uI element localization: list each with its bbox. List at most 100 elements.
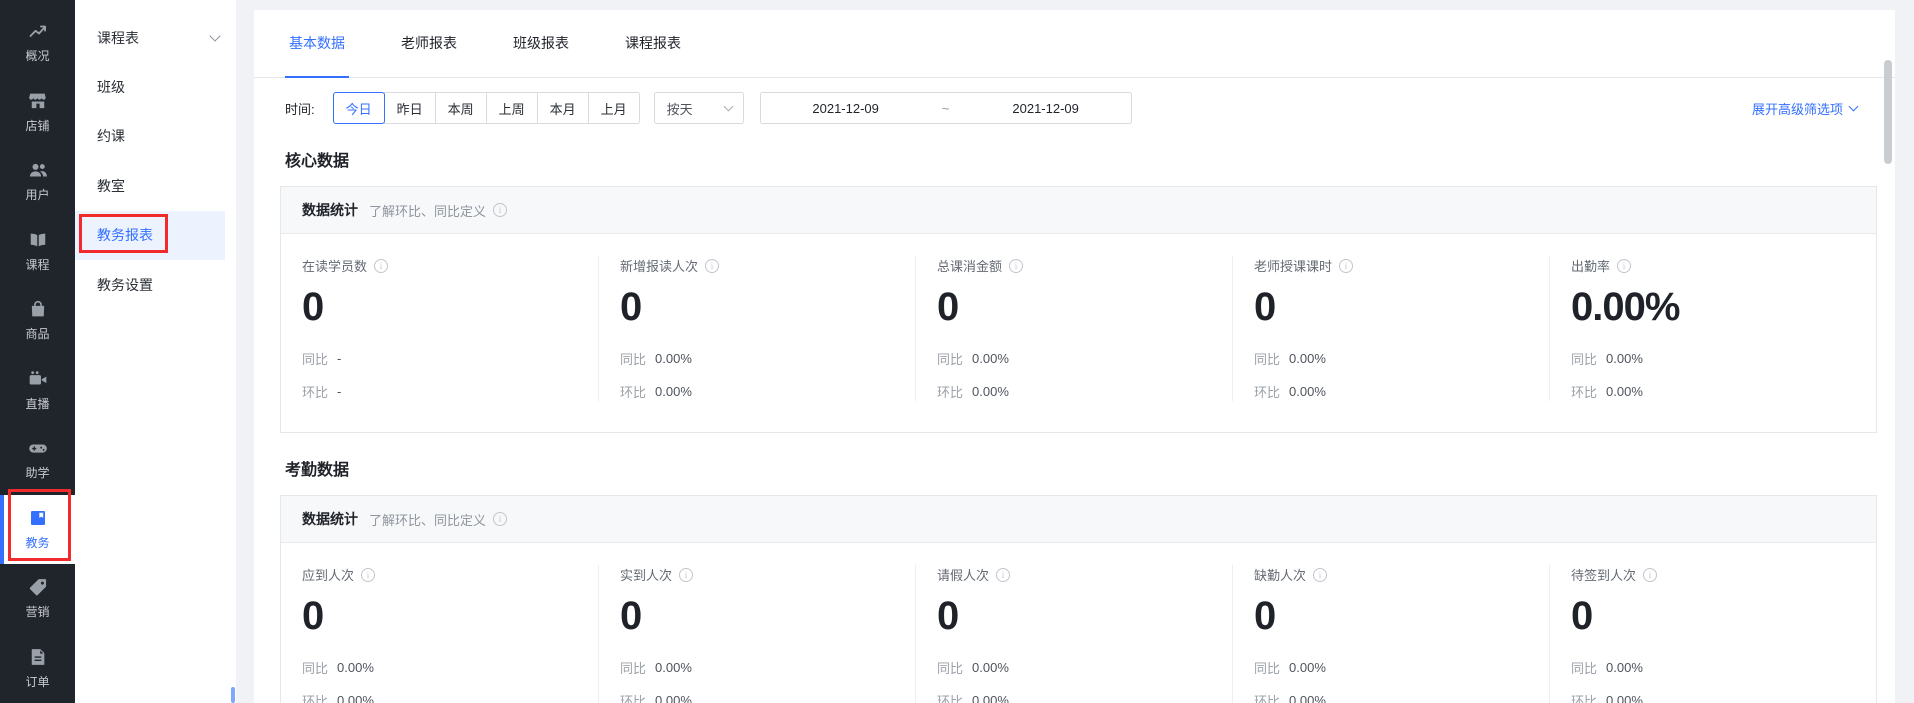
quick-range-button[interactable]: 昨日 <box>383 92 436 124</box>
report-tab[interactable]: 基本数据 <box>285 33 349 78</box>
stat-value: 0 <box>620 594 642 638</box>
info-icon[interactable]: i <box>1617 258 1632 273</box>
yoy-value: 0.00% <box>655 660 692 675</box>
quick-range-button[interactable]: 本周 <box>434 92 487 124</box>
stat-value: 0 <box>1254 285 1276 329</box>
quick-range-button[interactable]: 上周 <box>485 92 538 124</box>
stat-label-row: 在读学员数 i <box>302 256 598 275</box>
yoy-value: 0.00% <box>1289 660 1326 675</box>
report-tab[interactable]: 班级报表 <box>509 33 573 77</box>
info-icon[interactable]: i <box>1643 567 1658 582</box>
main-content: 基本数据 老师报表 班级报表 课程报表 时间: 今日 昨日 本周 上周 本月 上… <box>254 10 1895 703</box>
primary-nav-item[interactable]: 商品 <box>0 286 75 356</box>
secondary-nav-item[interactable]: 教务报表 <box>75 210 225 260</box>
yoy-row: 同比 0.00% <box>1254 349 1549 368</box>
primary-nav-icon <box>28 647 48 667</box>
stat-label-row: 实到人次 i <box>620 565 915 584</box>
info-icon[interactable]: i <box>493 203 508 217</box>
info-icon[interactable]: i <box>361 567 376 582</box>
primary-nav-item[interactable]: 直播 <box>0 356 75 426</box>
yoy-row: 同比 - <box>302 349 598 368</box>
panel-header: 数据统计 了解环比、同比定义 i <box>281 187 1876 234</box>
quick-range-button[interactable]: 本月 <box>536 92 589 124</box>
granularity-select[interactable]: 按天 <box>653 92 744 124</box>
primary-nav-item[interactable]: 教务 <box>0 494 75 564</box>
primary-nav-item[interactable]: 概况 <box>0 8 75 78</box>
yoy-value: 0.00% <box>1606 351 1643 366</box>
yoy-value: 0.00% <box>655 351 692 366</box>
yoy-label: 同比 <box>1571 352 1598 367</box>
secondary-nav-item[interactable]: 教室 <box>75 161 236 210</box>
yoy-label: 同比 <box>937 352 964 367</box>
chevron-down-icon <box>1848 101 1859 111</box>
mom-label: 环比 <box>1571 694 1598 703</box>
mom-label: 环比 <box>1571 385 1598 400</box>
yoy-row: 同比 0.00% <box>620 658 915 677</box>
primary-nav-item[interactable]: 订单 <box>0 634 75 703</box>
yoy-label: 同比 <box>937 661 964 676</box>
primary-nav-icon <box>28 230 48 250</box>
primary-nav-item[interactable]: 营销 <box>0 564 75 634</box>
panel-header-hint: 了解环比、同比定义 i <box>369 201 508 220</box>
info-icon[interactable]: i <box>705 258 720 273</box>
main-scrollbar-thumb[interactable] <box>1884 60 1892 164</box>
stat-card: 新增报读人次 i 0 同比 0.00% 环比 0.00% <box>598 256 915 401</box>
stat-label: 在读学员数 <box>302 259 368 274</box>
mom-label: 环比 <box>1254 694 1281 703</box>
core-data-panel: 数据统计 了解环比、同比定义 i 在读学员数 i 0 同比 - 环比 - 新增报… <box>280 186 1877 433</box>
primary-nav-item[interactable]: 助学 <box>0 425 75 495</box>
stat-card: 老师授课课时 i 0 同比 0.00% 环比 0.00% <box>1232 256 1549 401</box>
sidebar-scrollbar-thumb[interactable] <box>231 687 235 703</box>
primary-nav-label: 直播 <box>25 396 50 411</box>
quick-range-button[interactable]: 上月 <box>587 92 640 124</box>
info-icon[interactable]: i <box>996 567 1011 582</box>
end-date-input[interactable]: 2021-12-09 <box>961 101 1131 116</box>
advanced-filter-toggle[interactable]: 展开高级筛选项 <box>1752 99 1859 118</box>
report-tab[interactable]: 课程报表 <box>621 33 685 77</box>
mom-row: 环比 0.00% <box>620 691 915 703</box>
yoy-label: 同比 <box>1254 352 1281 367</box>
primary-nav-icon <box>28 91 48 111</box>
stat-value: 0.00% <box>1571 285 1680 329</box>
quick-range-button[interactable]: 今日 <box>332 92 385 124</box>
secondary-nav-item[interactable]: 约课 <box>75 112 236 161</box>
info-icon[interactable]: i <box>374 258 389 273</box>
stat-value: 0 <box>1571 594 1593 638</box>
report-tab[interactable]: 老师报表 <box>397 33 461 77</box>
secondary-nav-item[interactable]: 教务设置 <box>75 260 236 309</box>
primary-nav-item[interactable]: 店铺 <box>0 78 75 148</box>
primary-nav-label: 教务 <box>25 535 50 550</box>
info-icon[interactable]: i <box>1313 567 1328 582</box>
info-icon[interactable]: i <box>679 567 694 582</box>
stat-label: 应到人次 <box>302 568 355 583</box>
secondary-nav-item[interactable]: 课程表 <box>75 13 236 62</box>
stat-card: 在读学员数 i 0 同比 - 环比 - <box>281 256 598 401</box>
info-icon[interactable]: i <box>493 512 508 526</box>
panel-header-title: 数据统计 <box>302 511 358 527</box>
start-date-input[interactable]: 2021-12-09 <box>761 101 931 116</box>
info-icon[interactable]: i <box>1009 258 1024 273</box>
stat-label-row: 请假人次 i <box>937 565 1232 584</box>
secondary-nav-item[interactable]: 班级 <box>75 62 236 111</box>
stat-value: 0 <box>1254 594 1276 638</box>
stat-card: 出勤率 i 0.00% 同比 0.00% 环比 0.00% <box>1549 256 1866 401</box>
stat-label-row: 待签到人次 i <box>1571 565 1866 584</box>
stat-value: 0 <box>937 594 959 638</box>
primary-nav-item[interactable]: 课程 <box>0 217 75 287</box>
report-tabbar: 基本数据 老师报表 班级报表 课程报表 <box>254 10 1895 78</box>
yoy-label: 同比 <box>1571 661 1598 676</box>
secondary-nav-label: 教室 <box>97 177 125 194</box>
yoy-label: 同比 <box>302 352 329 367</box>
info-icon[interactable]: i <box>1339 258 1354 273</box>
primary-nav-icon <box>28 508 48 528</box>
panel-header-title: 数据统计 <box>302 202 358 218</box>
primary-nav-label: 概况 <box>25 49 50 64</box>
yoy-label: 同比 <box>1254 661 1281 676</box>
mom-row: 环比 - <box>302 382 598 401</box>
mom-label: 环比 <box>620 385 647 400</box>
primary-nav-label: 商品 <box>25 327 50 342</box>
yoy-value: 0.00% <box>1606 660 1643 675</box>
mom-label: 环比 <box>302 385 329 400</box>
mom-value: - <box>337 384 342 399</box>
primary-nav-item[interactable]: 用户 <box>0 147 75 217</box>
